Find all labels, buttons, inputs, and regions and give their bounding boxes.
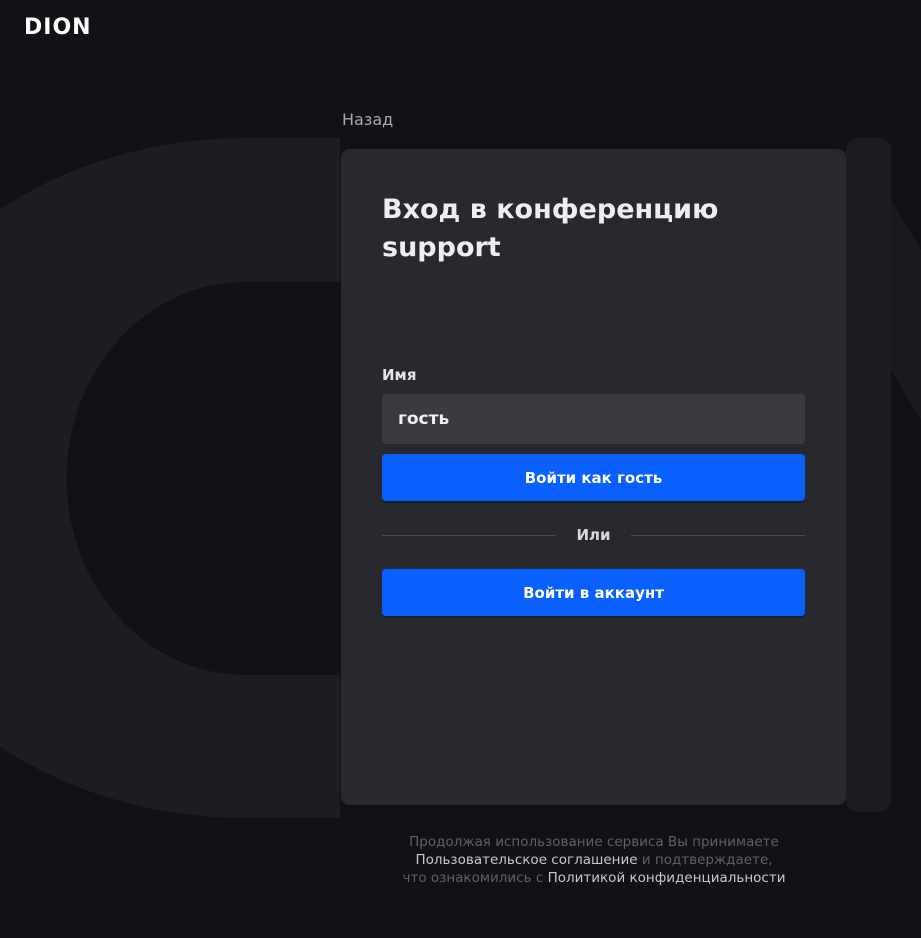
privacy-policy-link[interactable]: Политикой конфиденциальности [548,870,786,886]
login-card: Вход в конференцию support Имя Войти как… [341,149,846,805]
footer-line-2: Пользовательское соглашение и подтвержда… [330,851,858,869]
back-link[interactable]: Назад [342,110,393,129]
divider-label: Или [576,526,611,544]
footer-line-3: что ознакомились с Политикой конфиденциа… [330,869,858,887]
footer-line-1: Продолжая использование сервиса Вы прини… [409,834,779,850]
or-divider: Или [382,523,805,547]
guest-login-button[interactable]: Войти как гость [382,454,805,501]
page-title: Вход в конференцию support [382,194,719,263]
dion-logo: DION [24,15,92,40]
divider-line-right [630,534,805,536]
name-input[interactable] [382,394,805,444]
name-label: Имя [382,366,417,384]
divider-line-left [382,534,557,536]
user-agreement-link[interactable]: Пользовательское соглашение [415,852,637,868]
legal-footer: Продолжая использование сервиса Вы прини… [330,833,858,887]
footer-text-2: и подтверждаете, [637,852,773,868]
footer-text-3: что ознакомились с [402,870,548,886]
account-login-button[interactable]: Войти в аккаунт [382,569,805,616]
